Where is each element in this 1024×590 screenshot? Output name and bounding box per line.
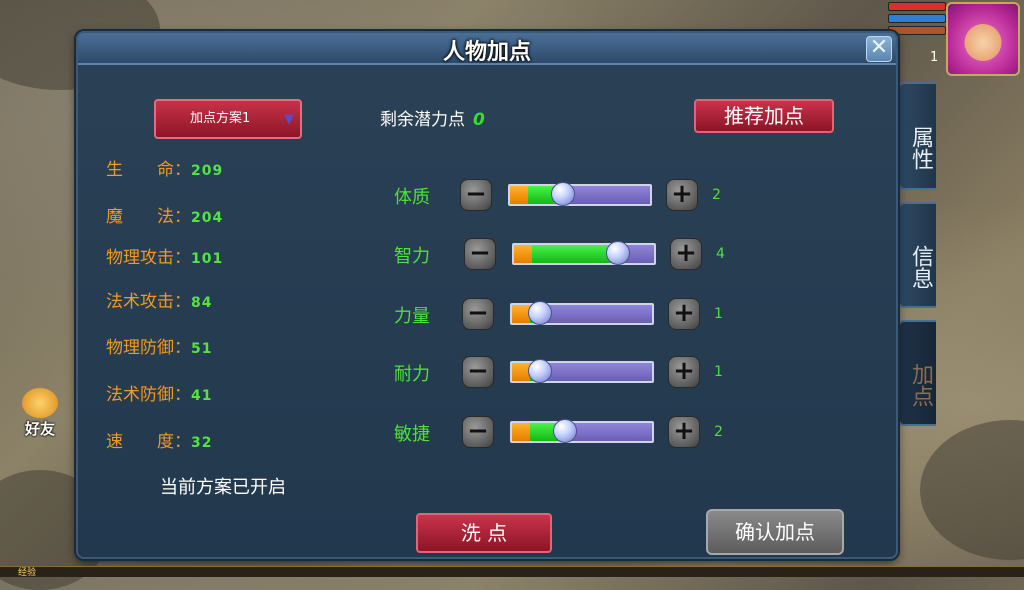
plus-button-agility[interactable]: + <box>668 416 700 448</box>
attr-label-strength: 力量 <box>394 306 430 327</box>
slider-base <box>510 186 528 204</box>
recommend-button[interactable]: 推荐加点 <box>694 99 834 133</box>
stat-physical-attack: 物理攻击：101 <box>106 243 223 268</box>
attr-value-endurance: 1 <box>714 364 723 380</box>
attr-label-endurance: 耐力 <box>394 364 430 385</box>
attr-value-intelligence: 4 <box>716 246 725 262</box>
slider-fill <box>532 245 616 263</box>
plus-button-strength[interactable]: + <box>668 298 700 330</box>
stat-value: 204 <box>191 210 224 226</box>
panel-titlebar: 人物加点 ✕ <box>78 33 896 65</box>
friend-label: 好友 <box>24 420 55 438</box>
attr-label-intelligence: 智力 <box>394 246 430 267</box>
minus-button-intelligence[interactable]: − <box>464 238 496 270</box>
stat-mp: 魔 法：204 <box>106 202 223 227</box>
attr-label-constitution: 体质 <box>394 187 430 208</box>
stat-label: 速 度： <box>106 432 191 452</box>
tab-attributes-label: 属性 <box>908 126 933 170</box>
stat-label: 魔 法： <box>106 207 191 227</box>
exp-label: 经验 <box>18 568 37 578</box>
attr-label-agility: 敏捷 <box>394 424 430 445</box>
panel-title: 人物加点 <box>442 40 531 65</box>
minus-button-strength[interactable]: − <box>462 298 494 330</box>
plus-button-endurance[interactable]: + <box>668 356 700 388</box>
stat-value: 209 <box>191 163 224 179</box>
chevron-down-icon: ▼ <box>284 112 294 127</box>
stat-speed: 速 度：32 <box>106 427 212 452</box>
slider-strength[interactable] <box>510 301 654 325</box>
slider-agility[interactable] <box>510 419 654 443</box>
minus-button-constitution[interactable]: − <box>460 179 492 211</box>
tab-attributes[interactable]: 属性 <box>898 82 936 190</box>
hp-bar <box>888 2 946 11</box>
slider-knob[interactable] <box>528 359 552 383</box>
remaining-points: 剩余潜力点 0 <box>380 105 485 130</box>
stat-value: 41 <box>191 388 213 404</box>
minus-button-endurance[interactable]: − <box>462 356 494 388</box>
plus-button-constitution[interactable]: + <box>666 179 698 211</box>
plan-select-value: 加点方案1 <box>190 111 251 126</box>
stat-label: 物理防御： <box>106 338 191 358</box>
background-rock <box>920 420 1024 560</box>
stat-hp: 生 命：209 <box>106 155 223 180</box>
plus-button-intelligence[interactable]: + <box>670 238 702 270</box>
attr-value-agility: 2 <box>714 424 723 440</box>
attr-value-constitution: 2 <box>712 187 721 203</box>
slider-endurance[interactable] <box>510 359 654 383</box>
stat-magic-attack: 法术攻击：84 <box>106 287 212 312</box>
slider-knob[interactable] <box>606 241 630 265</box>
wash-points-button[interactable]: 洗 点 <box>416 513 552 553</box>
handshake-icon <box>22 388 58 418</box>
slider-knob[interactable] <box>553 419 577 443</box>
stat-value: 32 <box>191 435 213 451</box>
slider-base <box>514 245 532 263</box>
slider-constitution[interactable] <box>508 182 652 206</box>
stat-label: 生 命： <box>106 160 191 180</box>
stat-physical-defense: 物理防御：51 <box>106 333 212 358</box>
remaining-points-value: 0 <box>473 110 485 130</box>
minus-button-agility[interactable]: − <box>462 416 494 448</box>
slider-knob[interactable] <box>528 301 552 325</box>
confirm-points-button[interactable]: 确认加点 <box>706 509 844 555</box>
slider-base <box>512 423 530 441</box>
player-status-bars <box>888 2 946 38</box>
tab-add-points[interactable]: 加点 <box>898 320 936 426</box>
slider-knob[interactable] <box>551 182 575 206</box>
plan-status: 当前方案已开启 <box>160 477 286 498</box>
mp-bar <box>888 14 946 23</box>
exp-bar: 经验 <box>0 566 1024 578</box>
stat-label: 法术防御： <box>106 385 191 405</box>
slider-intelligence[interactable] <box>512 241 656 265</box>
remaining-points-label: 剩余潜力点 <box>380 110 465 130</box>
stat-value: 51 <box>191 341 213 357</box>
close-icon[interactable]: ✕ <box>866 36 892 62</box>
player-level: 1 <box>930 50 939 65</box>
stat-magic-defense: 法术防御：41 <box>106 380 212 405</box>
stat-value: 84 <box>191 295 213 311</box>
plan-select[interactable]: 加点方案1 ▼ <box>154 99 302 139</box>
stat-value: 101 <box>191 251 224 267</box>
tab-info[interactable]: 信息 <box>898 202 936 308</box>
stat-label: 法术攻击： <box>106 292 191 312</box>
stat-label: 物理攻击： <box>106 248 191 268</box>
tab-add-points-label: 加点 <box>908 363 933 407</box>
player-portrait[interactable] <box>946 2 1020 76</box>
attr-value-strength: 1 <box>714 306 723 322</box>
add-points-panel: 人物加点 ✕ 加点方案1 ▼ 生 命：209 魔 法：204 物理攻击：101 … <box>76 31 898 559</box>
friend-button[interactable]: 好友 <box>14 388 66 440</box>
tab-info-label: 信息 <box>908 245 933 289</box>
